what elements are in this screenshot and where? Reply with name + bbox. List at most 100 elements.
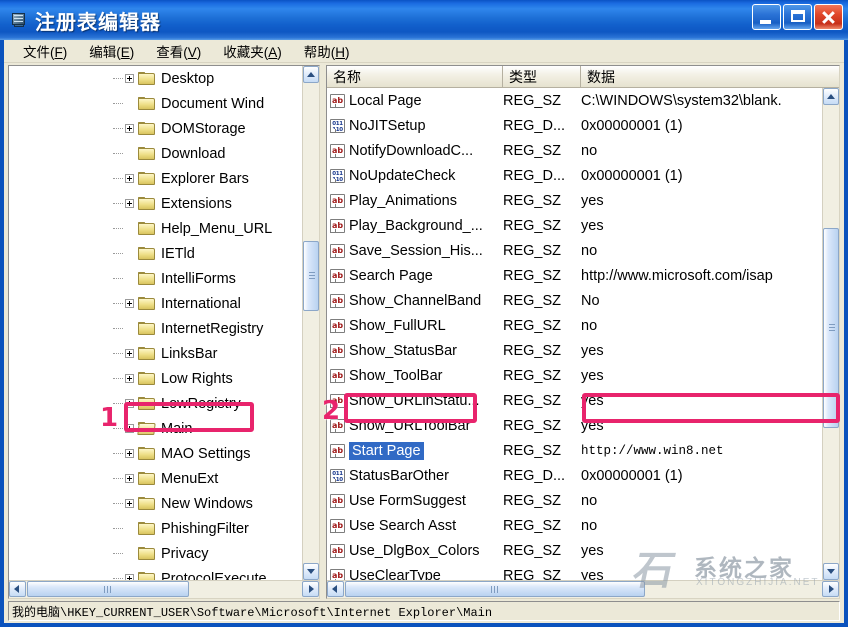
tree-connector-line xyxy=(113,153,123,155)
folder-icon xyxy=(138,472,156,486)
value-name-cell: abPlay_Animations xyxy=(327,192,503,210)
value-data-cell: yes xyxy=(581,368,822,384)
table-row[interactable]: abShow_StatusBarREG_SZyes xyxy=(327,338,822,363)
tree-item-ietld[interactable]: IETld xyxy=(9,241,302,266)
tree-scroll-down-button[interactable] xyxy=(303,563,319,580)
table-row[interactable]: abUseClearTypeREG_SZyes xyxy=(327,563,822,580)
tree-expand-icon[interactable] xyxy=(125,399,134,408)
tree-item-label: Help_Menu_URL xyxy=(161,221,274,237)
column-header-name[interactable]: 名称 xyxy=(327,66,503,87)
list-hscroll-left-button[interactable] xyxy=(327,581,344,597)
tree-vertical-scrollbar[interactable] xyxy=(302,66,319,580)
tree-hscroll-right-button[interactable] xyxy=(302,581,319,597)
string-value-icon: ab xyxy=(330,394,345,408)
tree-expand-icon[interactable] xyxy=(125,474,134,483)
tree-item-mao-settings[interactable]: MAO Settings xyxy=(9,441,302,466)
binary-value-icon: 011110 xyxy=(330,469,345,483)
tree-item-privacy[interactable]: Privacy xyxy=(9,541,302,566)
table-row[interactable]: abUse FormSuggestREG_SZno xyxy=(327,488,822,513)
list-scroll-down-button[interactable] xyxy=(823,563,839,580)
tree-scroll-thumb[interactable] xyxy=(303,241,319,311)
list-hscroll-thumb[interactable] xyxy=(345,581,645,597)
tree-expand-icon[interactable] xyxy=(125,199,134,208)
table-row[interactable]: abPlay_AnimationsREG_SZyes xyxy=(327,188,822,213)
tree-scroll-up-button[interactable] xyxy=(303,66,319,83)
tree-expand-icon[interactable] xyxy=(125,449,134,458)
list-scroll-up-button[interactable] xyxy=(823,88,839,105)
table-row[interactable]: abUse_DlgBox_ColorsREG_SZyes xyxy=(327,538,822,563)
minimize-button[interactable] xyxy=(752,4,781,30)
table-row[interactable]: abShow_URLToolBarREG_SZyes xyxy=(327,413,822,438)
tree-item-document-wind[interactable]: Document Wind xyxy=(9,91,302,116)
table-row[interactable]: abNotifyDownloadC...REG_SZno xyxy=(327,138,822,163)
table-row[interactable]: 011110NoJITSetupREG_D...0x00000001 (1) xyxy=(327,113,822,138)
menu-edit[interactable]: 编辑(E) xyxy=(78,39,145,64)
tree-item-protocolexecute[interactable]: ProtocolExecute xyxy=(9,566,302,580)
table-row[interactable]: abSearch PageREG_SZhttp://www.microsoft.… xyxy=(327,263,822,288)
tree-item-phishingfilter[interactable]: PhishingFilter xyxy=(9,516,302,541)
list-hscroll-right-button[interactable] xyxy=(822,581,839,597)
string-value-icon: ab xyxy=(330,294,345,308)
tree-item-internetregistry[interactable]: InternetRegistry xyxy=(9,316,302,341)
table-row[interactable]: abPlay_Background_...REG_SZyes xyxy=(327,213,822,238)
tree-hscroll-thumb[interactable] xyxy=(27,581,189,597)
tree-item-help-menu-url[interactable]: Help_Menu_URL xyxy=(9,216,302,241)
tree-item-international[interactable]: International xyxy=(9,291,302,316)
tree-leaf-spacer xyxy=(125,224,134,233)
tree-item-intelliforms[interactable]: IntelliForms xyxy=(9,266,302,291)
tree-item-lowregistry[interactable]: LowRegistry xyxy=(9,391,302,416)
tree-item-label: International xyxy=(161,296,243,312)
tree-connector-line xyxy=(113,328,123,330)
tree-expand-icon[interactable] xyxy=(125,349,134,358)
list-horizontal-scrollbar[interactable] xyxy=(327,580,839,598)
table-row[interactable]: 011110StatusBarOtherREG_D...0x00000001 (… xyxy=(327,463,822,488)
tree-expand-icon[interactable] xyxy=(125,174,134,183)
table-row[interactable]: abShow_FullURLREG_SZno xyxy=(327,313,822,338)
table-row[interactable]: abUse Search AsstREG_SZno xyxy=(327,513,822,538)
tree-item-low-rights[interactable]: Low Rights xyxy=(9,366,302,391)
registry-values-list: abLocal PageREG_SZC:\WINDOWS\system32\bl… xyxy=(327,88,822,580)
menu-view[interactable]: 查看(V) xyxy=(145,39,212,64)
tree-item-extensions[interactable]: Extensions xyxy=(9,191,302,216)
table-row[interactable]: 011110NoUpdateCheckREG_D...0x00000001 (1… xyxy=(327,163,822,188)
table-row[interactable]: abShow_ChannelBandREG_SZNo xyxy=(327,288,822,313)
tree-expand-icon[interactable] xyxy=(125,124,134,133)
tree-item-domstorage[interactable]: DOMStorage xyxy=(9,116,302,141)
tree-item-desktop[interactable]: Desktop xyxy=(9,66,302,91)
tree-connector-line xyxy=(113,128,123,130)
tree-expand-icon[interactable] xyxy=(125,74,134,83)
tree-item-download[interactable]: Download xyxy=(9,141,302,166)
maximize-button[interactable] xyxy=(783,4,812,30)
tree-expand-icon[interactable] xyxy=(125,424,134,433)
column-header-type[interactable]: 类型 xyxy=(503,66,581,87)
value-name-cell: abStart Page xyxy=(327,442,503,460)
close-button[interactable] xyxy=(814,4,843,30)
table-row[interactable]: abSave_Session_His...REG_SZno xyxy=(327,238,822,263)
string-value-icon: ab xyxy=(330,144,345,158)
folder-icon xyxy=(138,447,156,461)
menu-help[interactable]: 帮助(H) xyxy=(293,39,361,64)
tree-item-menuext[interactable]: MenuExt xyxy=(9,466,302,491)
tree-item-new-windows[interactable]: New Windows xyxy=(9,491,302,516)
column-header-data[interactable]: 数据 xyxy=(581,66,839,87)
table-row[interactable]: abStart PageREG_SZhttp://www.win8.net xyxy=(327,438,822,463)
tree-hscroll-left-button[interactable] xyxy=(9,581,26,597)
value-data-cell: http://www.microsoft.com/isap xyxy=(581,268,822,284)
tree-horizontal-scrollbar[interactable] xyxy=(9,580,319,598)
tree-expand-icon[interactable] xyxy=(125,499,134,508)
table-row[interactable]: abShow_ToolBarREG_SZyes xyxy=(327,363,822,388)
tree-item-explorer-bars[interactable]: Explorer Bars xyxy=(9,166,302,191)
tree-item-label: PhishingFilter xyxy=(161,521,251,537)
tree-item-main[interactable]: Main xyxy=(9,416,302,441)
tree-item-linksbar[interactable]: LinksBar xyxy=(9,341,302,366)
title-bar: 注册表编辑器 xyxy=(0,0,848,40)
window-controls xyxy=(752,4,843,30)
table-row[interactable]: abLocal PageREG_SZC:\WINDOWS\system32\bl… xyxy=(327,88,822,113)
table-row[interactable]: abShow_URLinStatu...REG_SZyes xyxy=(327,388,822,413)
list-scroll-thumb[interactable] xyxy=(823,228,839,428)
tree-expand-icon[interactable] xyxy=(125,374,134,383)
menu-favorites[interactable]: 收藏夹(A) xyxy=(212,39,293,64)
list-vertical-scrollbar[interactable] xyxy=(822,88,839,580)
tree-expand-icon[interactable] xyxy=(125,299,134,308)
menu-file[interactable]: 文件(F) xyxy=(12,39,78,64)
